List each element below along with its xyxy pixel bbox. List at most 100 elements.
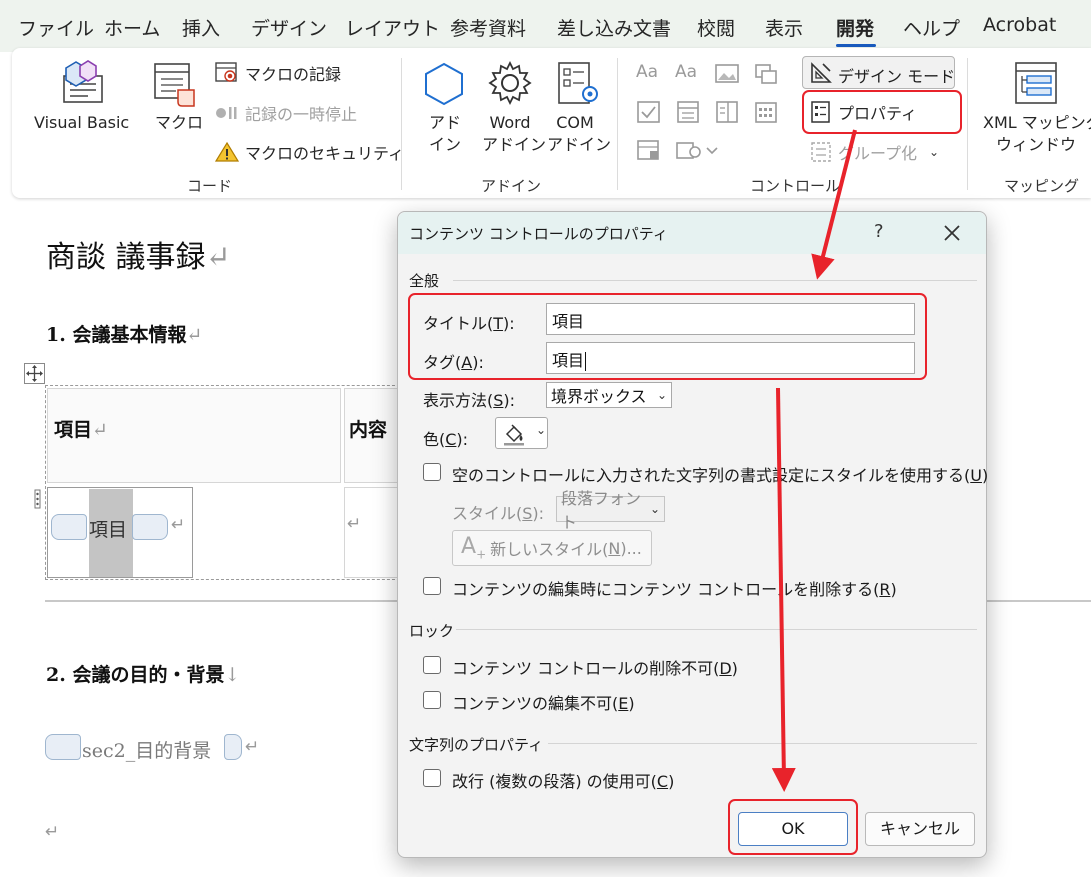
legacy-forms-dropdown-icon[interactable] [675, 138, 723, 162]
section-divider [453, 280, 977, 281]
chevron-down-icon: ⌄ [656, 388, 667, 402]
visual-basic-button[interactable]: Visual Basic [34, 112, 129, 134]
rich-text-control-icon[interactable]: Aa [636, 62, 662, 86]
paragraph-mark: ↵ [245, 737, 260, 757]
lock-edit-label: コンテンツの編集不可(E) [452, 694, 635, 713]
gear-icon [488, 60, 532, 106]
tab-mailings[interactable]: 差し込み文書 [557, 14, 671, 41]
placeholder-start-tag[interactable] [45, 734, 81, 760]
macro-security-button[interactable]: マクロのセキュリティ [215, 140, 404, 164]
section-divider [548, 743, 977, 744]
tab-help[interactable]: ヘルプ [903, 14, 960, 41]
section-general-heading: 全般 [409, 272, 440, 290]
remove-when-edited-checkbox[interactable] [423, 577, 441, 595]
heading-purpose[interactable]: 2. 会議の目的・背景↓ [46, 660, 240, 687]
style-select[interactable]: 段落フォント ⌄ [556, 489, 665, 532]
tab-references[interactable]: 参考資料 [450, 14, 526, 41]
design-mode-button[interactable]: デザイン モード [802, 56, 955, 89]
group-button[interactable]: グループ化 ⌄ [810, 140, 939, 164]
word-addin-label-line1: Word [489, 113, 531, 132]
section-lock-heading: ロック [409, 622, 455, 640]
help-button[interactable]: ? [874, 221, 884, 242]
content-control-end-tag[interactable] [132, 514, 168, 540]
chevron-down-icon: ⌄ [649, 502, 660, 516]
macro-security-label: マクロのセキュリティ [245, 144, 405, 163]
lock-delete-label: コンテンツ コントロールの削除不可(D) [452, 659, 738, 678]
content-control-start-tag[interactable] [51, 514, 87, 540]
dialog-title: コンテンツ コントロールのプロパティ [409, 225, 668, 243]
tab-design[interactable]: デザイン [251, 14, 327, 41]
group-separator [617, 58, 618, 190]
dropdown-list-control-icon[interactable] [714, 100, 740, 124]
section-divider [456, 629, 977, 630]
combo-box-control-icon[interactable] [675, 100, 701, 124]
addin-icon [425, 62, 463, 106]
color-label: 色(C): [423, 430, 469, 449]
title-tag-highlight [408, 293, 927, 380]
tab-review[interactable]: 校閲 [697, 14, 735, 41]
record-macro-button[interactable]: マクロの記録 [215, 61, 341, 85]
com-addin-label-line1: COM [556, 113, 594, 132]
paragraph-mark: ↵ [186, 324, 203, 346]
design-mode-label: デザイン モード [838, 67, 956, 86]
code-group-label: コード [187, 177, 233, 195]
table-cell[interactable]: ↵ [344, 487, 404, 578]
addin-button[interactable]: アド イン [420, 112, 470, 156]
picture-control-icon[interactable] [714, 62, 740, 86]
lock-delete-checkbox[interactable] [423, 656, 441, 674]
macro-button[interactable]: マクロ [155, 112, 203, 134]
pause-recording-button[interactable]: 記録の一時停止 [215, 101, 357, 125]
table-header-cell[interactable]: 内容 [344, 388, 404, 483]
tab-file[interactable]: ファイル [18, 14, 94, 41]
style-value: 段落フォント [561, 489, 642, 532]
word-addin-button[interactable]: Word アドイン [482, 112, 546, 156]
use-style-checkbox[interactable] [423, 463, 441, 481]
xml-mapping-icon [1015, 62, 1057, 104]
heading-basic-info[interactable]: 1. 会議基本情報↵ [46, 320, 202, 347]
ok-button-highlight [728, 799, 858, 855]
row-handle-icon[interactable] [33, 489, 43, 509]
placeholder-end-tag[interactable] [224, 734, 242, 760]
tab-view[interactable]: 表示 [765, 14, 803, 41]
mapping-group-label: マッピング [1004, 177, 1080, 195]
date-picker-control-icon[interactable] [753, 100, 779, 124]
content-control-text[interactable]: 項目 [89, 515, 127, 542]
close-icon[interactable] [939, 220, 965, 246]
dialog-titlebar[interactable]: コンテンツ コントロールのプロパティ ? [398, 212, 986, 254]
group-icon [811, 142, 831, 162]
com-addin-icon [558, 62, 598, 104]
display-as-label: 表示方法(S): [423, 391, 516, 410]
tab-acrobat[interactable]: Acrobat [983, 14, 1056, 36]
table-move-handle[interactable] [24, 363, 45, 384]
paragraph-mark: ↵ [45, 822, 60, 842]
group-separator [401, 58, 402, 190]
new-style-button[interactable]: A+ 新しいスタイル(N)... [452, 530, 652, 566]
document-title[interactable]: 商談 議事録↵ [46, 232, 231, 276]
active-tab-indicator [836, 44, 876, 47]
macro-icon [154, 63, 195, 107]
paragraph-mark: ↵ [171, 515, 186, 535]
allow-multiple-paragraphs-checkbox[interactable] [423, 769, 441, 787]
xml-mapping-label-line2: ウィンドウ [995, 135, 1076, 154]
display-as-select[interactable]: 境界ボックス ⌄ [546, 382, 672, 408]
table-header-cell[interactable]: 項目↵ [47, 388, 341, 483]
plain-text-control-icon[interactable]: Aa [675, 62, 701, 86]
xml-mapping-label-line1: XML マッピング [983, 113, 1091, 132]
tab-developer[interactable]: 開発 [836, 14, 874, 41]
checkbox-control-icon[interactable] [636, 100, 662, 124]
tab-insert[interactable]: 挿入 [182, 14, 220, 41]
tab-home[interactable]: ホーム [104, 14, 160, 41]
building-block-control-icon[interactable] [753, 62, 779, 86]
legacy-tools-icon[interactable] [636, 138, 662, 162]
group-label: グループ化 [838, 144, 918, 163]
table-header-item: 項目↵ [54, 419, 108, 441]
tab-layout[interactable]: レイアウト [345, 14, 440, 41]
xml-mapping-button[interactable]: XML マッピング ウィンドウ [983, 112, 1091, 156]
section-text-heading: 文字列のプロパティ [409, 736, 544, 754]
com-addin-button[interactable]: COM アドイン [547, 112, 611, 156]
color-picker-button[interactable]: ⌄ [495, 417, 548, 449]
lock-edit-checkbox[interactable] [423, 691, 441, 709]
group-separator [967, 58, 968, 190]
cancel-button[interactable]: キャンセル [865, 812, 975, 846]
placeholder-text[interactable]: sec2_目的背景 [82, 736, 211, 763]
